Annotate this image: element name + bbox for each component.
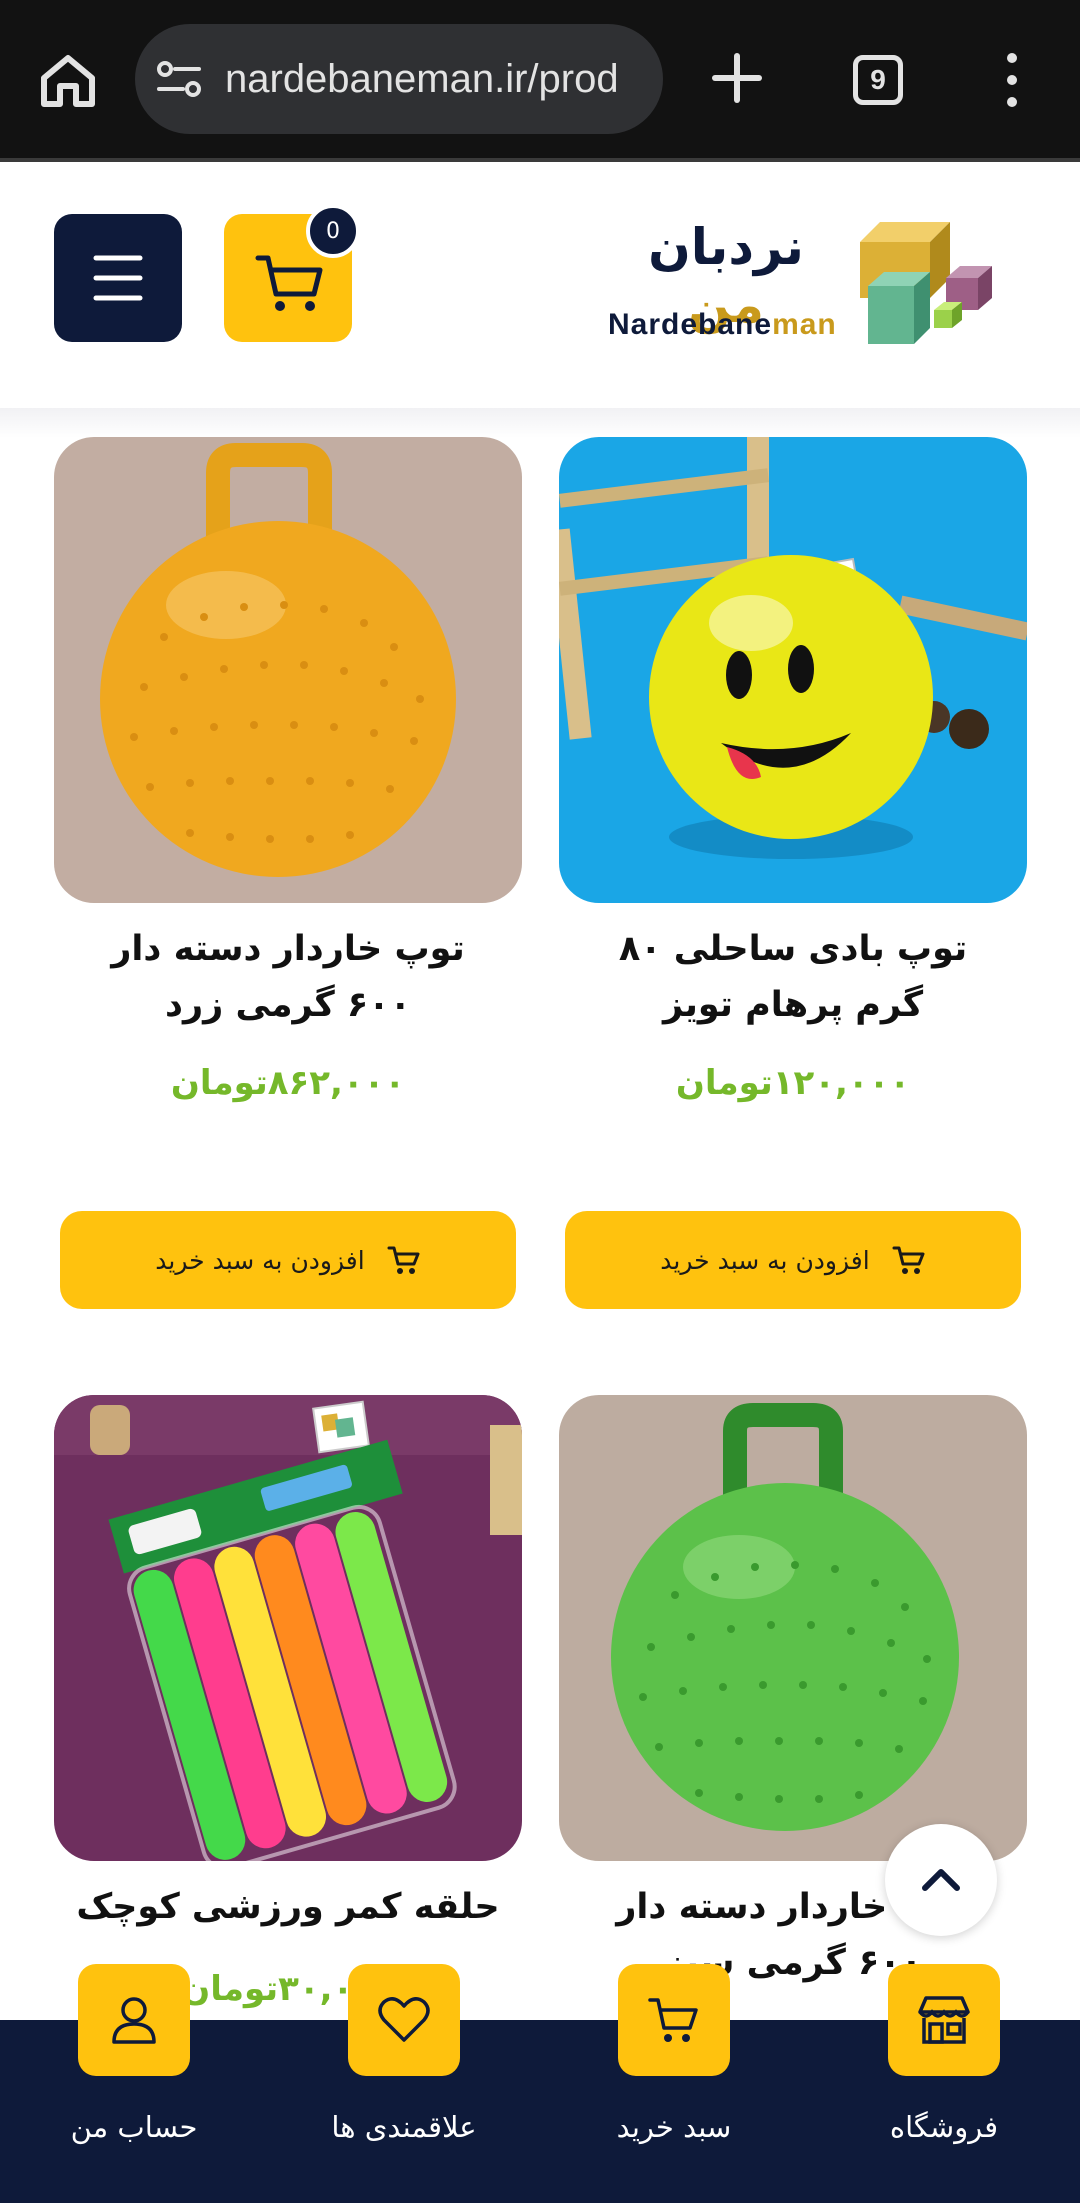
site-header: 0 نردبان من Nardebaneman xyxy=(0,162,1080,408)
nav-cart-icon-box[interactable] xyxy=(618,1964,730,2076)
url-text[interactable]: nardebaneman.ir/prod xyxy=(225,57,619,102)
logo-cubes-icon xyxy=(860,222,992,344)
chevron-up-icon xyxy=(922,1869,960,1891)
menu-button[interactable] xyxy=(54,214,182,342)
hamburger-icon xyxy=(93,255,143,301)
cart-icon xyxy=(387,1246,420,1274)
header-shadow xyxy=(0,408,1080,438)
product-price: ۱۲۰,۰۰۰تومان xyxy=(675,1063,911,1103)
product-title[interactable]: توپ خاردار دسته دار ۶۰۰ گرمی زرد xyxy=(74,921,502,1033)
add-to-cart-label: افزودن به سبد خرید xyxy=(155,1245,365,1275)
tabs-icon[interactable]: 9 xyxy=(853,55,903,105)
yellow-spiky-ball-photo xyxy=(54,437,522,903)
nav-label-shop: فروشگاه xyxy=(889,2110,999,2144)
product-title[interactable]: توپ بادی ساحلی ۸۰ گرم پرهام تویز xyxy=(579,921,1007,1033)
address-bar[interactable]: nardebaneman.ir/prod xyxy=(135,24,663,134)
home-icon[interactable] xyxy=(38,52,98,108)
add-to-cart-button[interactable]: افزودن به سبد خرید xyxy=(60,1211,516,1309)
user-icon xyxy=(112,1997,156,2044)
cart-icon xyxy=(892,1246,925,1274)
product-title[interactable]: حلقه کمر ورزشی کوچک xyxy=(74,1879,502,1935)
nav-account-icon-box[interactable] xyxy=(78,1964,190,2076)
scroll-to-top-button[interactable] xyxy=(885,1824,997,1936)
product-image[interactable] xyxy=(559,437,1027,903)
store-icon xyxy=(918,1996,970,2044)
add-to-cart-button[interactable]: افزودن به سبد خرید xyxy=(565,1211,1021,1309)
nav-label-cart: سبد خرید xyxy=(616,2110,732,2144)
logo-en-main: Nardebane xyxy=(608,308,773,341)
browser-toolbar: nardebaneman.ir/prod 9 xyxy=(0,0,1080,158)
green-spiky-ball-photo xyxy=(559,1395,1027,1861)
site-info-icon[interactable] xyxy=(155,59,203,99)
product-image[interactable] xyxy=(54,437,522,903)
logo-text-en: Nardebaneman xyxy=(608,308,844,342)
beach-ball-photo xyxy=(559,437,1027,903)
cart-count-badge: 0 xyxy=(306,204,360,258)
product-price: ۸۶۲,۰۰۰تومان xyxy=(170,1063,406,1103)
nav-label-wishlist: علاقمندی ها xyxy=(331,2110,477,2144)
hula-hoop-photo xyxy=(54,1395,522,1861)
nav-item-shop[interactable]: فروشگاه xyxy=(844,1964,1044,2184)
nav-wishlist-icon-box[interactable] xyxy=(348,1964,460,2076)
cart-icon xyxy=(648,1998,698,2042)
logo-fa-main: نردبان xyxy=(648,218,804,276)
more-vert-icon[interactable] xyxy=(1000,52,1024,108)
nav-item-wishlist[interactable]: علاقمندی ها xyxy=(304,1964,504,2184)
product-image[interactable] xyxy=(559,1395,1027,1861)
nav-item-cart[interactable]: سبد خرید xyxy=(574,1964,774,2184)
plus-icon[interactable] xyxy=(712,52,762,104)
nav-item-account[interactable]: حساب من xyxy=(34,1964,234,2184)
bottom-nav: فروشگاه سبد خرید علاقمندی ها حساب من xyxy=(0,1964,1080,2203)
nav-label-account: حساب من xyxy=(70,2110,198,2144)
site-logo[interactable]: نردبان من Nardebaneman xyxy=(608,212,1000,354)
nav-shop-icon-box[interactable] xyxy=(888,1964,1000,2076)
add-to-cart-label: افزودن به سبد خرید xyxy=(660,1245,870,1275)
tab-count-label: 9 xyxy=(870,64,886,95)
heart-icon xyxy=(378,1997,430,2042)
product-image[interactable] xyxy=(54,1395,522,1861)
logo-en-accent: man xyxy=(772,308,837,341)
